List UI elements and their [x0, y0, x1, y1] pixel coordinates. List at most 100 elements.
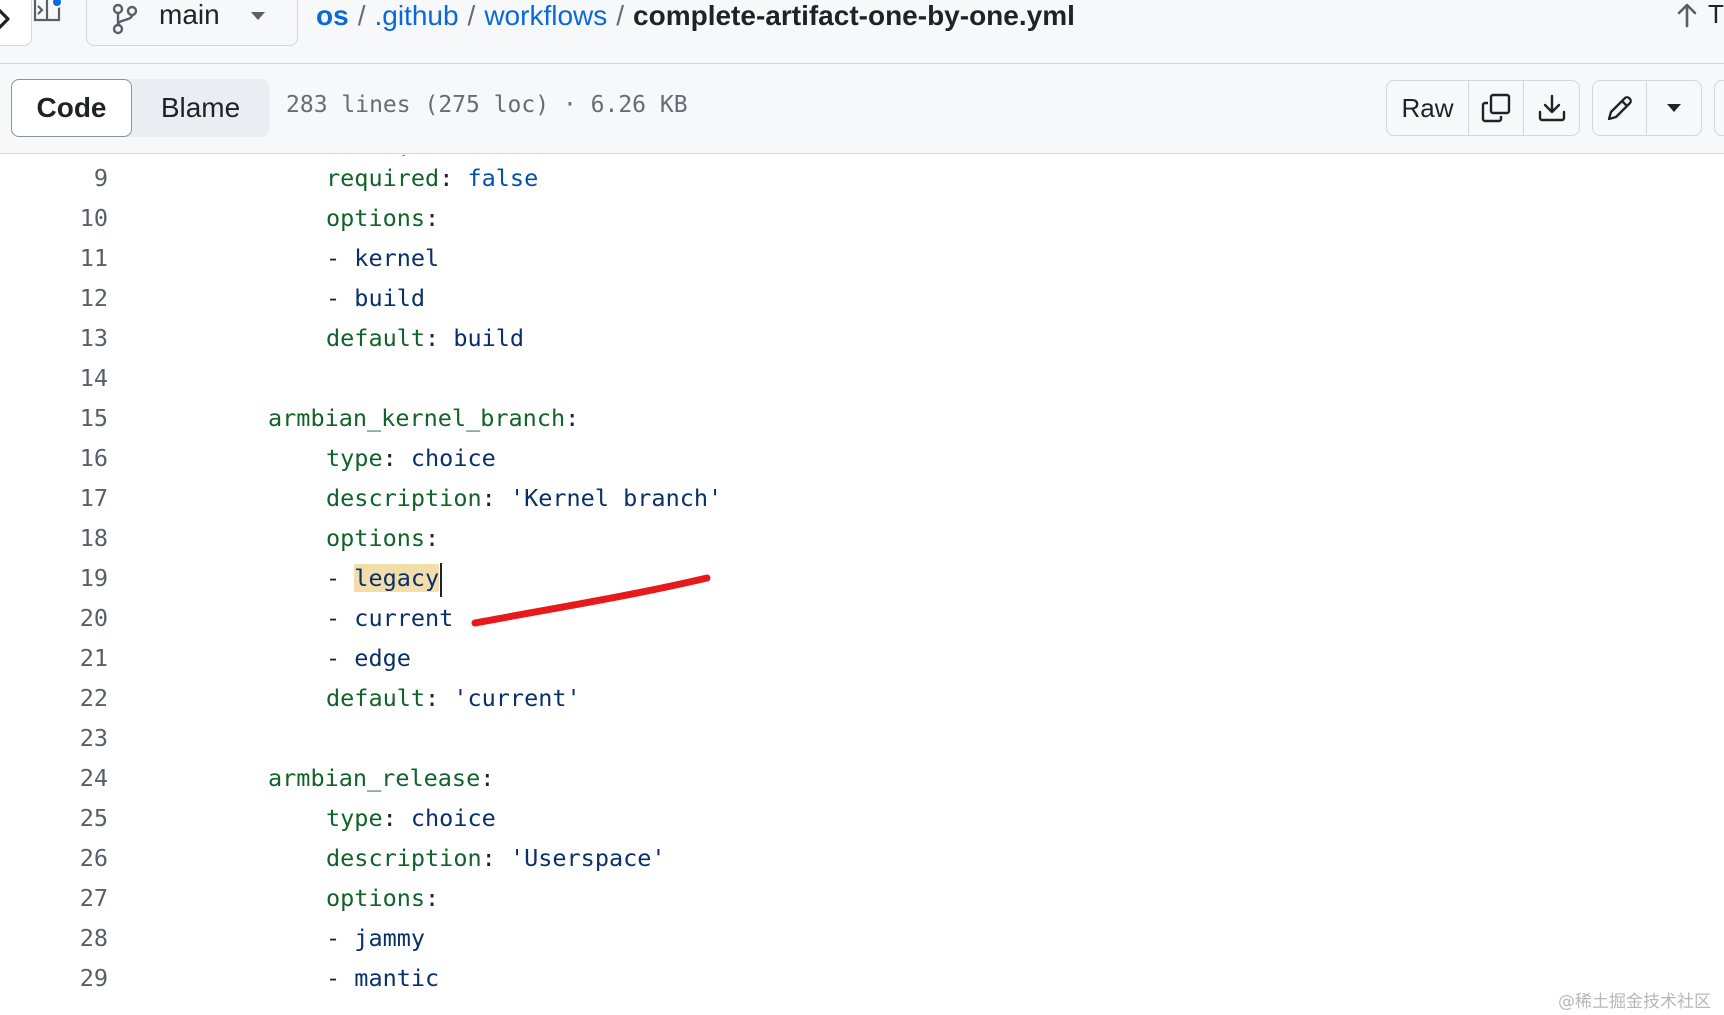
copy-raw-button[interactable]: [1469, 81, 1524, 135]
line-content: - edge: [326, 638, 411, 678]
yaml-punctuation: :: [481, 484, 510, 512]
git-branch-icon: [112, 3, 138, 35]
breadcrumb-repo-link[interactable]: os: [316, 0, 349, 32]
yaml-key: required: [326, 164, 440, 192]
line-number[interactable]: 16: [0, 438, 108, 478]
yaml-key: default: [326, 684, 426, 712]
line-number[interactable]: 29: [0, 958, 108, 998]
yaml-key: options: [326, 524, 426, 552]
code-line: 22 default: 'current': [0, 678, 1724, 718]
code-line: 11 - kernel: [0, 238, 1724, 278]
watermark: @稀土掘金技术社区: [1558, 992, 1711, 1012]
line-content: - current: [326, 598, 453, 638]
edit-actions-group: [1592, 80, 1702, 136]
tab-code[interactable]: Code: [11, 79, 132, 137]
line-content: - legacy: [326, 558, 443, 598]
line-number[interactable]: 19: [0, 558, 108, 598]
code-view[interactable]: ‚ 9required: false10options:11- kernel12…: [0, 155, 1724, 1015]
download-raw-button[interactable]: [1524, 81, 1579, 135]
more-edit-options-button[interactable]: [1647, 81, 1701, 135]
line-number[interactable]: 27: [0, 878, 108, 918]
branch-name: main: [159, 0, 220, 30]
breadcrumb-file-name: complete-artifact-one-by-one.yml: [633, 0, 1075, 31]
line-number[interactable]: 28: [0, 918, 108, 958]
yaml-value: jammy: [354, 924, 426, 952]
yaml-punctuation: -: [326, 964, 355, 992]
yaml-key: default: [326, 324, 426, 352]
yaml-value: current: [354, 604, 454, 632]
yaml-value: choice: [410, 444, 496, 472]
line-number[interactable]: 10: [0, 198, 108, 238]
yaml-punctuation: -: [326, 284, 355, 312]
yaml-punctuation: -: [326, 644, 355, 672]
line-number[interactable]: 26: [0, 838, 108, 878]
pencil-icon: [1607, 96, 1632, 121]
yaml-value: choice: [410, 804, 496, 832]
yaml-value: build: [354, 284, 426, 312]
line-number[interactable]: 23: [0, 718, 108, 758]
line-number[interactable]: 15: [0, 398, 108, 438]
breadcrumb-github-link[interactable]: .github: [374, 0, 458, 32]
expand-sidebar-button[interactable]: [0, 0, 32, 46]
code-line: 14: [0, 358, 1724, 398]
line-content: armbian_kernel_branch:: [268, 398, 579, 438]
code-line: 15 armbian_kernel_branch:: [0, 398, 1724, 438]
file-path-bar: main os / .github / workflows / complete…: [0, 0, 1724, 64]
line-content: default: build: [326, 318, 524, 358]
code-line: 16 type: choice: [0, 438, 1724, 478]
arrow-up-icon[interactable]: [1676, 2, 1698, 28]
yaml-punctuation: :: [481, 844, 510, 872]
yaml-punctuation: -: [326, 924, 355, 952]
line-content: armbian_release:: [268, 758, 494, 798]
yaml-value: edge: [354, 644, 411, 672]
line-number[interactable]: 24: [0, 758, 108, 798]
breadcrumb-workflows-link[interactable]: workflows: [484, 0, 607, 32]
line-content: - mantic: [326, 958, 439, 998]
code-line: 9 required: false: [0, 158, 1724, 198]
yaml-punctuation: -: [326, 564, 355, 592]
line-number[interactable]: 21: [0, 638, 108, 678]
yaml-punctuation: -: [326, 244, 355, 272]
chevron-right-icon: [0, 8, 10, 30]
yaml-key: options: [326, 204, 426, 232]
line-number[interactable]: 14: [0, 358, 108, 398]
code-line: 20 - current: [0, 598, 1724, 638]
branch-selector-button[interactable]: main: [86, 0, 298, 46]
line-content: - kernel: [326, 238, 439, 278]
line-number[interactable]: 18: [0, 518, 108, 558]
line-content: - jammy: [326, 918, 425, 958]
yaml-punctuation: :: [382, 804, 411, 832]
line-content: - build: [326, 278, 425, 318]
line-number[interactable]: 17: [0, 478, 108, 518]
yaml-key: description: [326, 484, 482, 512]
file-header: Code Blame 283 lines (275 loc) · 6.26 KB…: [0, 64, 1724, 154]
line-number[interactable]: 11: [0, 238, 108, 278]
line-number[interactable]: 25: [0, 798, 108, 838]
raw-label: Raw: [1401, 92, 1454, 123]
symbols-panel-button[interactable]: [1714, 80, 1724, 136]
triangle-down-icon: [1667, 104, 1681, 112]
line-number[interactable]: 22: [0, 678, 108, 718]
raw-button[interactable]: Raw: [1387, 81, 1469, 135]
tab-blame[interactable]: Blame: [132, 79, 269, 137]
yaml-punctuation: :: [425, 204, 440, 232]
yaml-punctuation: :: [425, 684, 454, 712]
line-number[interactable]: 12: [0, 278, 108, 318]
breadcrumb-separator: /: [616, 0, 625, 31]
code-line: 23: [0, 718, 1724, 758]
code-line: 28 - jammy: [0, 918, 1724, 958]
top-button-label-partial[interactable]: T: [1708, 0, 1724, 30]
yaml-key: options: [326, 884, 426, 912]
line-number[interactable]: 9: [0, 158, 108, 198]
yaml-boolean: false: [467, 164, 539, 192]
highlighted-selection: legacy: [354, 564, 440, 592]
yaml-key: description: [326, 844, 482, 872]
line-content: options:: [326, 878, 439, 918]
yaml-punctuation: :: [565, 404, 580, 432]
code-line: 13 default: build: [0, 318, 1724, 358]
edit-file-button[interactable]: [1593, 81, 1647, 135]
line-number[interactable]: 20: [0, 598, 108, 638]
line-number[interactable]: 13: [0, 318, 108, 358]
yaml-value: 'Kernel branch': [509, 484, 723, 512]
yaml-punctuation: :: [425, 324, 454, 352]
